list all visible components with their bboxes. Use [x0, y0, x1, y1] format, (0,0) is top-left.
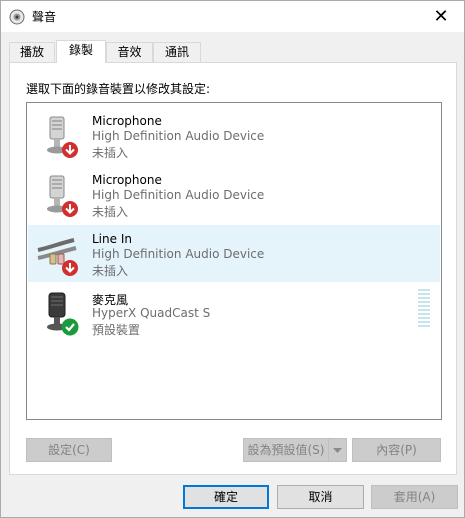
device-description: High Definition Audio Device — [92, 247, 265, 261]
device-name: Line In — [92, 232, 132, 246]
close-icon: ✕ — [433, 6, 449, 27]
tab-communications[interactable]: 通訊 — [153, 42, 201, 63]
default-check-badge — [61, 318, 79, 336]
device-row[interactable]: 麥克風 HyperX QuadCast S 預設裝置 — [28, 284, 440, 341]
apply-button[interactable]: 套用(A) — [371, 485, 458, 509]
device-status: 預設裝置 — [92, 323, 141, 337]
window-title: 聲音 — [32, 10, 57, 24]
chevron-down-icon — [333, 448, 342, 453]
configure-button[interactable]: 設定(C) — [26, 438, 112, 462]
line-in-cable-icon — [37, 238, 78, 276]
properties-button[interactable]: 內容(P) — [352, 438, 441, 462]
device-description: High Definition Audio Device — [92, 129, 265, 143]
title-bar[interactable]: 聲音 ✕ — [1, 1, 464, 32]
device-status: 未插入 — [92, 146, 129, 160]
device-row[interactable]: Microphone High Definition Audio Device … — [28, 107, 440, 164]
close-button[interactable]: ✕ — [418, 1, 464, 32]
device-description: HyperX QuadCast S — [92, 306, 211, 320]
device-list[interactable]: Microphone High Definition Audio Device … — [26, 102, 442, 420]
instruction-label: 選取下面的錄音裝置以修改其設定: — [26, 82, 211, 96]
device-name: Microphone — [92, 173, 162, 187]
tab-recording[interactable]: 錄製 — [56, 40, 106, 63]
microphone-icon — [47, 116, 78, 158]
sound-dialog: 聲音 ✕ 播放 錄製 音效 通訊 選取下面的錄音裝置以修改其設定: Microp… — [0, 0, 465, 518]
input-level-meter — [418, 289, 430, 329]
set-default-dropdown[interactable] — [328, 439, 346, 461]
tab-sounds[interactable]: 音效 — [106, 42, 153, 63]
cancel-button[interactable]: 取消 — [277, 485, 364, 509]
device-description: High Definition Audio Device — [92, 188, 265, 202]
recording-panel: 選取下面的錄音裝置以修改其設定: Microphone High Definit… — [9, 62, 457, 475]
device-row[interactable]: Microphone High Definition Audio Device … — [28, 166, 440, 223]
device-name: Microphone — [92, 114, 162, 128]
device-status: 未插入 — [92, 264, 129, 278]
device-row-selected[interactable]: Line In High Definition Audio Device 未插入 — [28, 225, 440, 282]
microphone-icon — [47, 175, 78, 217]
microphone-icon — [47, 292, 79, 336]
speaker-icon — [9, 9, 25, 25]
set-default-label: 設為預設值(S) — [247, 443, 325, 457]
tab-playback[interactable]: 播放 — [9, 42, 55, 63]
ok-button[interactable]: 確定 — [183, 485, 269, 509]
device-status: 未插入 — [92, 205, 129, 219]
set-default-button[interactable]: 設為預設值(S) — [243, 438, 347, 462]
